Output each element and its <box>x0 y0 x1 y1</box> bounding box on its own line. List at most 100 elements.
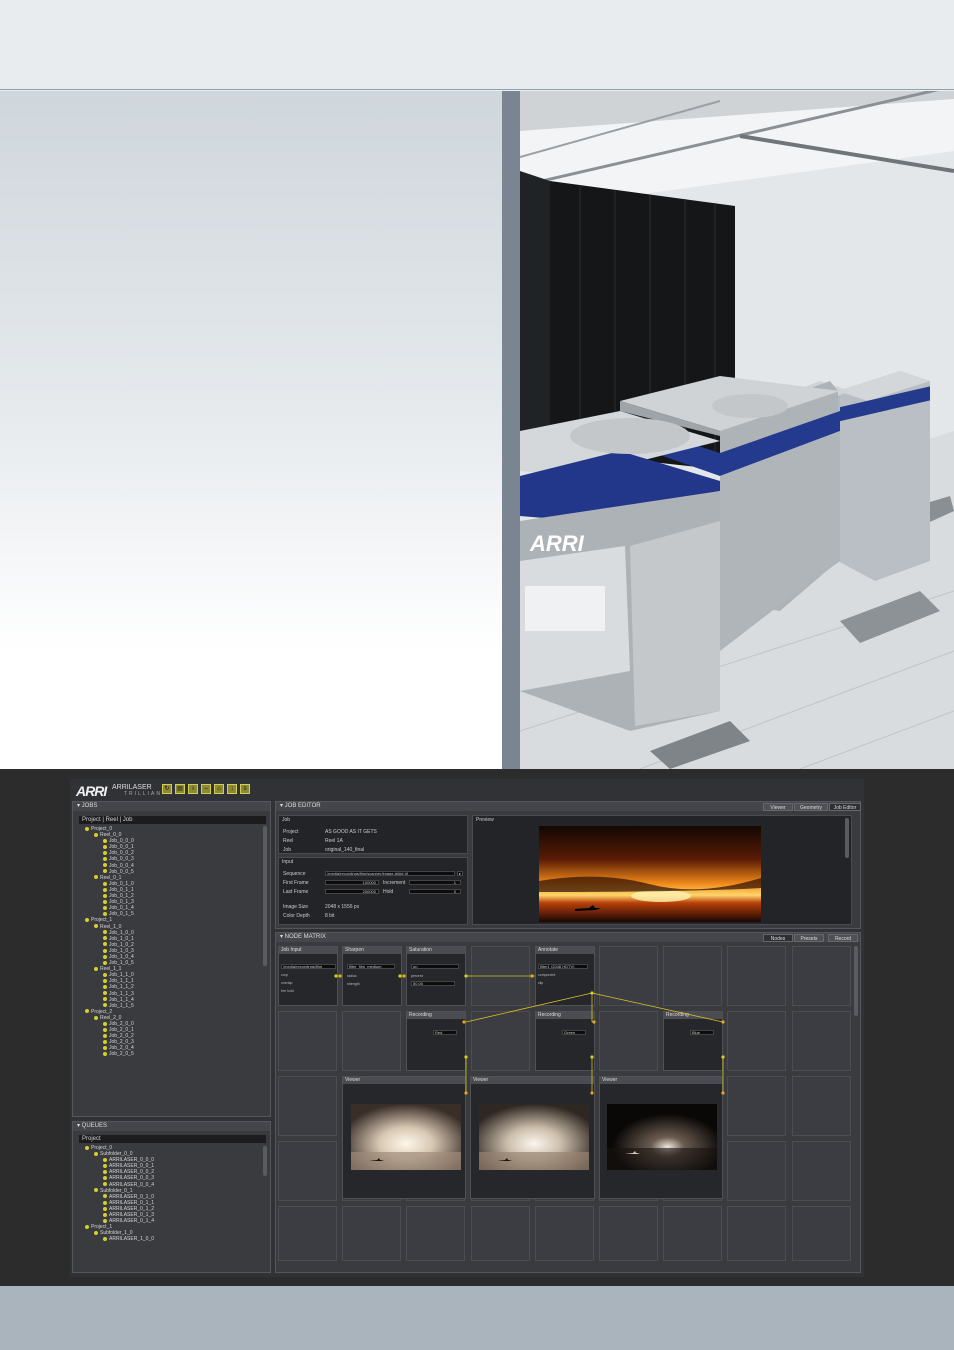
status-dot-icon <box>103 1194 107 1199</box>
minus-icon[interactable]: – <box>201 784 211 794</box>
status-dot-icon <box>103 979 107 984</box>
browse-button[interactable]: ▸ <box>457 871 463 876</box>
tree-item-label: Job_0_1_4 <box>109 905 134 912</box>
refresh-icon[interactable]: ↻ <box>162 784 172 794</box>
image-size-value: 2048 x 1556 px <box>325 904 360 910</box>
product-subname: TRILLIAN <box>124 791 162 797</box>
status-dot-icon <box>85 1224 89 1229</box>
status-dot-icon <box>103 954 107 959</box>
status-dot-icon <box>103 857 107 862</box>
tree-item-label: Job_2_0_2 <box>109 1033 134 1040</box>
tree-item-label: Job_1_1_1 <box>109 978 134 985</box>
tree-item-label: Job_1_0_0 <box>109 929 134 936</box>
status-dot-icon <box>103 1003 107 1008</box>
tree-item-label: ARRILASER_1_0_0 <box>109 1236 155 1243</box>
status-dot-icon <box>103 1039 107 1044</box>
tree-leaf[interactable]: ARRILASER_1_0_0 <box>81 1236 260 1242</box>
tree-item-label: Project_2 <box>91 1008 113 1015</box>
queues-tree-header: Project <box>79 1135 266 1143</box>
status-dot-icon <box>103 1157 107 1162</box>
status-dot-icon <box>103 1182 107 1187</box>
tree-item-label: Job_0_0_3 <box>109 856 134 863</box>
download-icon[interactable]: ↓ <box>227 784 237 794</box>
status-dot-icon <box>103 1212 107 1217</box>
status-dot-icon <box>103 899 107 904</box>
home-icon[interactable]: ⌂ <box>214 784 224 794</box>
status-dot-icon <box>103 936 107 941</box>
tab-job-editor[interactable]: Job Editor <box>829 803 861 811</box>
status-dot-icon <box>103 851 107 856</box>
tree-item-label: Job_1_1_2 <box>109 984 134 991</box>
status-dot-icon <box>103 1218 107 1223</box>
node-matrix-panel: ▾ NODE MATRIX Nodes Presets Record Job I… <box>275 932 861 1273</box>
status-dot-icon <box>103 930 107 935</box>
tree-item-label: Job_2_0_3 <box>109 1039 134 1046</box>
tree-item-label: Job_1_1_5 <box>109 1002 134 1009</box>
tab-geometry[interactable]: Geometry <box>794 803 828 811</box>
first-frame-field[interactable]: 100000 <box>325 880 379 885</box>
queues-panel: ▾ QUEUES Project Project_0 Subfolder_0_0 A… <box>72 1121 271 1273</box>
status-dot-icon <box>94 1151 98 1156</box>
status-dot-icon <box>103 863 107 868</box>
brochure-page: ARRI ARRI ARRILASER TRILLIAN ↻ ▤ i – ⌂ ↓… <box>0 0 954 1350</box>
status-dot-icon <box>103 887 107 892</box>
tree-item-label: Subfolder_0_0 <box>100 1151 133 1158</box>
status-dot-icon <box>103 1200 107 1205</box>
input-box: Input Sequence /media/recordings/film/sc… <box>278 857 468 925</box>
status-dot-icon <box>94 832 98 837</box>
reel-value: Reel 1A <box>325 838 343 844</box>
jobs-tree-header: Project | Reel | Job <box>79 816 266 824</box>
tree-item-label: ARRILASER_0_1_3 <box>109 1212 155 1219</box>
tree-item-label: ARRILASER_0_1_0 <box>109 1193 155 1200</box>
preview-scrollbar[interactable] <box>845 818 849 858</box>
first-frame-key: First Frame <box>283 880 309 886</box>
job-section-label: Job <box>282 817 291 823</box>
tree-item-label: Job_0_0_2 <box>109 850 134 857</box>
status-dot-icon <box>94 966 98 971</box>
status-dot-icon <box>94 1188 98 1193</box>
status-dot-icon <box>103 942 107 947</box>
sequence-key: Sequence <box>283 871 306 877</box>
tree-item-label: ARRILASER_0_0_1 <box>109 1163 155 1170</box>
tree-item-label: Reel_2_0 <box>100 1014 122 1021</box>
project-value: AS GOOD AS IT GETS <box>325 829 377 835</box>
queues-scrollbar[interactable] <box>263 1146 267 1176</box>
project-key: Project <box>283 829 299 835</box>
last-frame-field[interactable]: 200000 <box>325 889 379 894</box>
status-dot-icon <box>103 893 107 898</box>
sequence-field[interactable]: /media/recordings/film/scanner/image.###… <box>325 871 455 876</box>
status-dot-icon <box>103 844 107 849</box>
tree-item-label: ARRILASER_0_0_3 <box>109 1175 155 1182</box>
status-dot-icon <box>103 948 107 953</box>
svg-text:ARRI: ARRI <box>529 531 585 556</box>
tree-item-label: Job_1_0_1 <box>109 935 134 942</box>
list-icon[interactable]: ≡ <box>240 784 250 794</box>
tree-item-label: Project_0 <box>91 826 113 832</box>
status-dot-icon <box>103 1052 107 1057</box>
hold-field[interactable]: 0 <box>409 889 461 894</box>
tab-viewer[interactable]: Viewer <box>763 803 793 811</box>
job-editor-panel: ▾ JOB EDITOR Viewer Geometry Job Editor … <box>275 801 861 929</box>
matrix-scrollbar[interactable] <box>854 946 858 1016</box>
tree-item-label: Job_0_1_1 <box>109 886 134 893</box>
increment-field[interactable]: 1 <box>409 880 461 885</box>
tree-item-label: Reel_0_0 <box>100 832 122 839</box>
tree-item-label: Job_1_0_4 <box>109 953 134 960</box>
status-dot-icon <box>103 1021 107 1026</box>
tree-item-label: Job_1_1_4 <box>109 996 134 1003</box>
tree-item-label: Job_0_1_0 <box>109 880 134 887</box>
tree-item-label: ARRILASER_0_1_4 <box>109 1218 155 1225</box>
tree-item-label: ARRILASER_0_1_1 <box>109 1199 155 1206</box>
info-icon[interactable]: i <box>188 784 198 794</box>
clipboard-icon[interactable]: ▤ <box>175 784 185 794</box>
status-dot-icon <box>94 1230 98 1235</box>
color-depth-value: 8 bit <box>325 913 335 919</box>
status-dot-icon <box>103 1033 107 1038</box>
tree-leaf[interactable]: Job_2_0_5 <box>81 1051 260 1057</box>
tree-item-label: Job_2_0_0 <box>109 1021 134 1027</box>
tree-item-label: Job_0_0_4 <box>109 862 134 869</box>
tree-item-label: ARRILASER_0_0_0 <box>109 1157 155 1164</box>
jobs-scrollbar[interactable] <box>263 826 267 966</box>
increment-key: Increment <box>383 880 406 886</box>
color-depth-key: Color Depth <box>283 913 310 919</box>
